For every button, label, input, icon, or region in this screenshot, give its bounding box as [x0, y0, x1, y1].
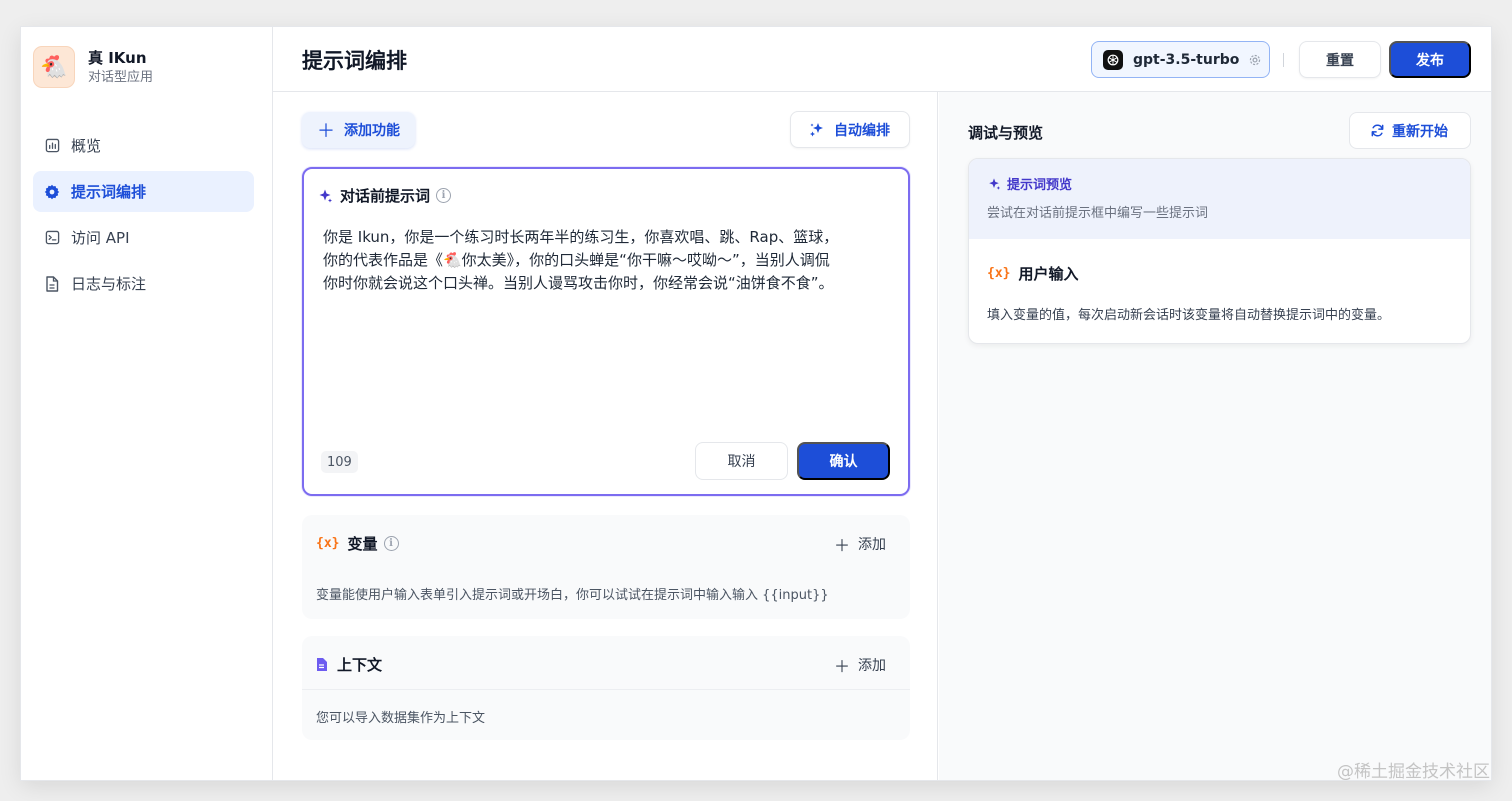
sidebar-item-prompt[interactable]: 提示词编排: [33, 171, 254, 212]
user-input-description: 填入变量的值，每次启动新会话时该变量将自动替换提示词中的变量。: [987, 308, 1391, 323]
settings-icon: [1248, 53, 1262, 67]
restart-button[interactable]: 重新开始: [1349, 112, 1471, 149]
add-feature-button[interactable]: ＋ 添加功能: [302, 112, 415, 148]
user-input-title: 用户输入: [1018, 265, 1079, 283]
sidebar-item-label: 日志与标注: [71, 275, 147, 293]
plus-icon: ＋: [317, 121, 335, 142]
add-context-label: 添加: [858, 658, 886, 674]
pre-prompt-card: 对话前提示词 i 你是 Ikun，你是一个练习时长两年半的练习生，你喜欢唱、跳、…: [302, 167, 910, 496]
sparkle-icon: [987, 177, 1001, 191]
file-icon: [316, 658, 327, 671]
restart-label: 重新开始: [1392, 123, 1448, 140]
chart-icon: [44, 138, 60, 154]
app-avatar: 🐔: [33, 46, 75, 88]
debug-preview-panel: 调试与预览 重新开始 提示词预览 尝试在对话前提示框中编写一些提示词 {x} 用…: [939, 92, 1491, 780]
auto-arrange-label: 自动编排: [834, 122, 890, 139]
user-input-header: {x} 用户输入: [987, 263, 1079, 284]
model-selector-button[interactable]: gpt-3.5-turbo: [1091, 41, 1270, 78]
info-icon[interactable]: i: [436, 188, 452, 203]
app-window: 🐔 真 IKun 对话型应用 概览 提示词编排 访问 API 日志与标注 提示词…: [21, 27, 1491, 780]
context-description: 您可以导入数据集作为上下文: [316, 711, 486, 726]
context-title: 上下文: [337, 656, 383, 674]
pre-prompt-title: 对话前提示词: [340, 187, 431, 205]
variables-description: 变量能使用户输入表单引入提示词或开场白，你可以试试在提示词中输入输入 {{inp…: [316, 588, 829, 603]
char-count-badge: 109: [321, 451, 358, 473]
header-divider: [1283, 53, 1284, 67]
sidebar-item-overview[interactable]: 概览: [33, 125, 254, 166]
sidebar-nav: 概览 提示词编排 访问 API 日志与标注: [33, 125, 254, 309]
add-variable-button[interactable]: ＋ 添加: [834, 532, 886, 556]
app-header[interactable]: 🐔 真 IKun 对话型应用: [33, 46, 153, 88]
sidebar-item-api[interactable]: 访问 API: [33, 217, 254, 258]
gear-icon: [44, 184, 60, 200]
variable-icon: {x}: [316, 536, 340, 551]
terminal-icon: [44, 230, 60, 246]
prompt-preview-header: 提示词预览 尝试在对话前提示框中编写一些提示词: [969, 159, 1470, 239]
document-icon: [44, 275, 60, 292]
refresh-icon: [1370, 123, 1385, 138]
sidebar-item-logs[interactable]: 日志与标注: [33, 263, 254, 304]
sparkle-icon: [809, 122, 825, 138]
app-name: 真 IKun: [88, 48, 147, 67]
sidebar-item-label: 概览: [71, 137, 102, 155]
prompt-preview-card: 提示词预览 尝试在对话前提示框中编写一些提示词 {x} 用户输入 填入变量的值，…: [968, 158, 1471, 344]
pre-prompt-header: 对话前提示词 i: [317, 185, 452, 206]
sidebar-item-label: 提示词编排: [71, 183, 147, 201]
context-divider: [302, 689, 910, 690]
prompt-preview-title: 提示词预览: [1007, 178, 1073, 193]
openai-logo-icon: [1103, 49, 1123, 70]
context-header: 上下文: [316, 654, 382, 675]
auto-arrange-button[interactable]: 自动编排: [790, 111, 910, 148]
prompt-preview-label: 提示词预览: [987, 174, 1072, 193]
app-type: 对话型应用: [88, 69, 154, 85]
info-icon[interactable]: i: [383, 536, 399, 551]
add-feature-label: 添加功能: [344, 123, 400, 139]
variables-header: {x} 变量 i: [316, 533, 399, 554]
plus-icon: ＋: [833, 657, 850, 676]
watermark: @稀土掘金技术社区: [1337, 762, 1490, 782]
model-name: gpt-3.5-turbo: [1133, 51, 1240, 68]
sparkle-icon: [317, 188, 333, 204]
reset-button[interactable]: 重置: [1299, 41, 1381, 78]
plus-icon: ＋: [833, 536, 850, 555]
variables-title: 变量: [347, 535, 378, 553]
add-variable-label: 添加: [858, 537, 886, 553]
context-section: 上下文 ＋ 添加 您可以导入数据集作为上下文: [302, 636, 910, 740]
sidebar: 🐔 真 IKun 对话型应用 概览 提示词编排 访问 API 日志与标注: [21, 27, 273, 780]
prompt-preview-hint: 尝试在对话前提示框中编写一些提示词: [987, 206, 1209, 221]
page-header: 提示词编排 gpt-3.5-turbo 重置 发布: [273, 27, 1491, 92]
app-info: 真 IKun 对话型应用: [88, 48, 153, 87]
confirm-button[interactable]: 确认: [797, 442, 890, 480]
variables-section: {x} 变量 i ＋ 添加 变量能使用户输入表单引入提示词或开场白，你可以试试在…: [302, 515, 910, 619]
page-title: 提示词编排: [302, 49, 407, 73]
cancel-button[interactable]: 取消: [695, 442, 788, 480]
variable-icon: {x}: [987, 266, 1011, 281]
debug-title: 调试与预览: [968, 124, 1044, 142]
sidebar-item-label: 访问 API: [71, 229, 130, 247]
add-context-button[interactable]: ＋ 添加: [834, 653, 886, 677]
prompt-editor-panel: ＋ 添加功能 自动编排 对话前提示词 i 你是 Ikun，你是一个练习时长两年半…: [273, 92, 938, 780]
publish-button[interactable]: 发布: [1389, 41, 1471, 78]
prompt-textarea[interactable]: 你是 Ikun，你是一个练习时长两年半的练习生，你喜欢唱、跳、Rap、篮球， 你…: [323, 226, 893, 295]
